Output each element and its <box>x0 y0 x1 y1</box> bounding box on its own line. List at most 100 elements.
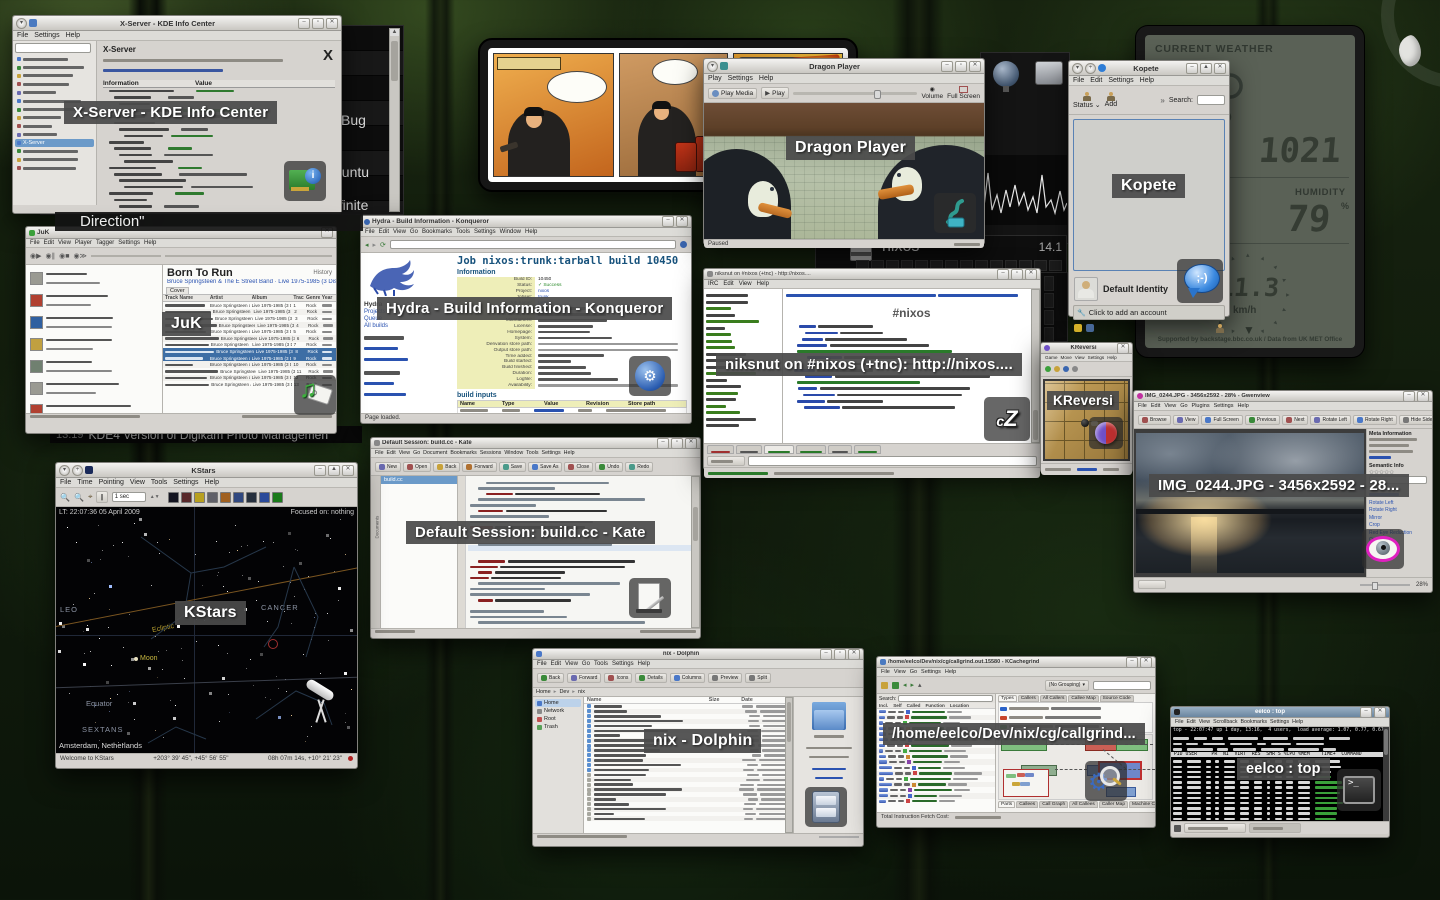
menu-settings[interactable]: Settings <box>118 240 140 246</box>
module-item[interactable] <box>15 72 94 80</box>
place-root[interactable]: Root <box>535 715 581 723</box>
find-object-icon[interactable]: ⌖ <box>88 492 93 502</box>
tab-machine-code[interactable]: Machine Code <box>1129 801 1155 808</box>
operation-mirror[interactable]: Mirror <box>1369 515 1430 521</box>
tab-caller-map[interactable]: Caller Map <box>1099 801 1128 808</box>
menu-edit[interactable]: Edit <box>551 661 561 667</box>
close-button[interactable]: ✕ <box>969 61 981 72</box>
back-icon[interactable]: ◂ <box>365 241 369 249</box>
menu-file[interactable]: File <box>60 479 71 486</box>
editor-scrollbar[interactable] <box>691 476 700 628</box>
sky-toggle-button[interactable] <box>272 492 283 503</box>
menu-help[interactable]: Help <box>945 669 956 675</box>
maximize-button[interactable]: ▫ <box>955 61 967 72</box>
playlist-item[interactable] <box>28 333 160 355</box>
column-header-date[interactable]: Date <box>741 697 790 703</box>
menu-file[interactable]: File <box>30 240 40 246</box>
documents-tab[interactable]: Documents <box>375 499 380 539</box>
menu-edit[interactable]: Edit <box>387 450 396 456</box>
minimize-button[interactable]: – <box>820 649 832 660</box>
menu-settings[interactable]: Settings <box>1088 355 1105 360</box>
sky-toggle-button[interactable] <box>207 492 218 503</box>
menu-bookmarks[interactable]: Bookmarks <box>450 450 477 456</box>
minimize-button[interactable]: – <box>314 465 326 476</box>
close-button[interactable]: ✕ <box>342 465 354 476</box>
minimize-button[interactable]: – <box>657 438 669 449</box>
toolbar-button-hide-sidebar[interactable]: Hide Sidebar <box>1399 415 1432 425</box>
menu-tools[interactable]: Tools <box>526 450 538 456</box>
minimize-button[interactable]: – <box>298 18 310 29</box>
stop-icon[interactable]: ◉■ <box>59 252 69 260</box>
forward-icon[interactable]: ▸ <box>373 241 377 249</box>
menu-document[interactable]: Document <box>423 450 447 456</box>
toolbar-button-open[interactable]: Open <box>403 462 431 472</box>
titlebar[interactable]: niksnut on #nixos (+tnc) - http://nixos.… <box>704 269 1040 280</box>
module-item[interactable] <box>15 80 94 88</box>
play-icon[interactable]: ◉▶ <box>30 252 42 260</box>
maximize-button[interactable]: ▫ <box>671 438 683 449</box>
flag-icon[interactable] <box>1086 324 1094 332</box>
track-column-year[interactable]: Year <box>322 295 334 301</box>
titlebar[interactable]: IMG_0244.JPG - 3456x2592 - 28% - Gwenvie… <box>1134 391 1432 402</box>
toolbar-button-back[interactable]: Back <box>433 462 460 472</box>
playlist-item[interactable] <box>28 311 160 333</box>
toolbar-button-redo[interactable]: Redo <box>625 462 653 472</box>
menu-irc[interactable]: IRC <box>708 281 718 287</box>
volume-button[interactable]: ◉Volume <box>921 86 943 100</box>
operation-rotate-left[interactable]: Rotate Left <box>1369 500 1430 506</box>
tab-parts[interactable]: Parts <box>998 801 1015 808</box>
menu-go[interactable]: Go <box>413 450 420 456</box>
thumbnail-bar-button[interactable] <box>1138 580 1166 589</box>
place-home[interactable]: Home <box>535 699 581 707</box>
close-button[interactable]: ✕ <box>1214 63 1226 74</box>
close-button[interactable]: ✕ <box>1117 343 1129 354</box>
menu-file[interactable]: File <box>375 450 384 456</box>
zoom-in-icon[interactable]: 🔍 <box>60 493 70 502</box>
menu-help[interactable]: Help <box>757 281 769 287</box>
menu-settings[interactable]: Settings <box>1108 77 1133 84</box>
track-column-artist[interactable]: Artist <box>210 295 250 301</box>
channel-tab[interactable] <box>764 445 794 454</box>
toolbar-button-columns[interactable]: Columns <box>670 673 706 683</box>
menu-file[interactable]: File <box>1073 77 1084 84</box>
close-button[interactable]: ✕ <box>1417 391 1429 402</box>
maximize-button[interactable]: ▲ <box>1200 63 1212 74</box>
toolbar-button-undo[interactable]: Undo <box>595 462 623 472</box>
playlist-item[interactable] <box>28 355 160 377</box>
flat-column-incl[interactable]: Incl. <box>879 703 888 708</box>
titlebar[interactable]: nix - Dolphin–▫✕ <box>533 649 863 660</box>
flat-column-location[interactable]: Location <box>950 703 969 708</box>
files-scrollbar[interactable] <box>785 697 793 833</box>
column-header[interactable]: Value <box>195 80 212 87</box>
menu-settings[interactable]: Settings <box>1214 403 1234 409</box>
track-row[interactable]: Bruce Springsteen & The E Street BandLiv… <box>163 368 336 375</box>
menu-go[interactable]: Go <box>582 661 590 667</box>
track-slider[interactable] <box>91 255 161 257</box>
toolbar-button-browse[interactable]: Browse <box>1138 415 1171 425</box>
menu-settings[interactable]: Settings <box>921 669 941 675</box>
reload-icon[interactable] <box>892 682 899 689</box>
maximize-button[interactable]: ▫ <box>1011 269 1023 280</box>
playlist-item[interactable] <box>28 289 160 311</box>
menu-edit[interactable]: Edit <box>379 229 389 235</box>
titlebar[interactable]: eelco : top–✕ <box>1171 707 1389 718</box>
tab-types[interactable]: Types <box>998 695 1017 702</box>
message-input[interactable] <box>748 456 1037 466</box>
sky-toggle-button[interactable] <box>194 492 205 503</box>
toolbar-button-save-as[interactable]: Save As <box>528 462 562 472</box>
column-header[interactable]: Information <box>103 80 195 87</box>
module-item[interactable] <box>15 131 94 139</box>
place-trash[interactable]: Trash <box>535 723 581 731</box>
close-button[interactable]: ✕ <box>676 216 688 227</box>
sky-toggle-button[interactable] <box>233 492 244 503</box>
titlebar[interactable]: KReversi✕ <box>1041 343 1132 354</box>
window-menu-icon[interactable]: ▾ <box>1072 63 1083 74</box>
open-document[interactable]: build.cc <box>381 476 457 484</box>
add-account-bar[interactable]: 🔧 Click to add an account <box>1073 305 1225 320</box>
menu-settings[interactable]: Settings <box>474 229 496 235</box>
pause-icon[interactable]: ◉∥ <box>46 252 56 260</box>
file-row[interactable] <box>587 816 790 821</box>
tool-tab-strip[interactable]: Documents <box>371 476 381 628</box>
play-media-button[interactable]: Play Media <box>708 88 757 99</box>
menu-help[interactable]: Help <box>638 661 650 667</box>
